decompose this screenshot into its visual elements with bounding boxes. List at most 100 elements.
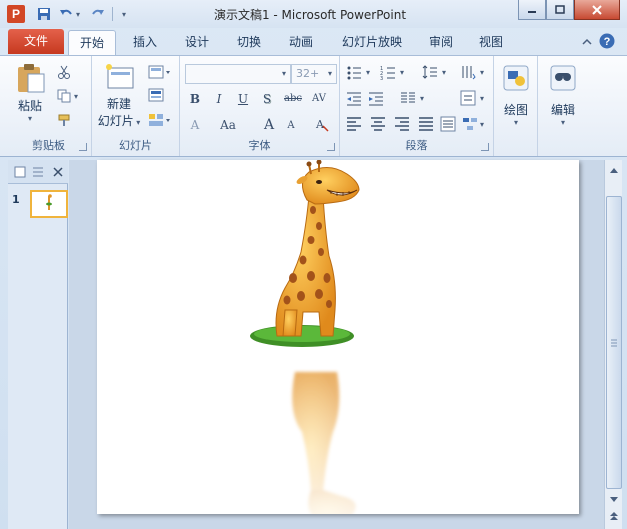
save-icon[interactable]: [36, 6, 52, 22]
slides-tab-icon[interactable]: [12, 164, 28, 180]
tab-slideshow[interactable]: 幻灯片放映: [332, 30, 412, 55]
change-case-button[interactable]: A: [186, 116, 204, 134]
minimize-button[interactable]: [518, 0, 546, 20]
undo-icon[interactable]: [58, 6, 74, 22]
outline-tab-icon[interactable]: [30, 164, 46, 180]
drawing-dropdown-icon: ▾: [513, 118, 518, 127]
redo-icon[interactable]: [90, 6, 106, 22]
slides-group: 新建 幻灯片 ▾ 幻灯片: [92, 56, 180, 156]
font-group: ▾ 32+ ▾ B I U S abc AV A Aa A A A 字体: [180, 56, 340, 156]
undo-dropdown-icon[interactable]: ▾: [74, 6, 82, 22]
new-slide-button[interactable]: 新建 幻灯片 ▾: [96, 62, 142, 134]
customize-qat-icon[interactable]: ▾: [116, 6, 132, 22]
qat-separator: [112, 7, 113, 21]
tab-review[interactable]: 审阅: [418, 30, 464, 55]
columns-dropdown-icon[interactable]: ▾: [418, 90, 426, 106]
powerpoint-window: P ▾ ▾ 演示文稿1 - Microsoft PowerPoint 文件 开始…: [0, 0, 627, 529]
align-left-icon[interactable]: [346, 116, 362, 132]
strikethrough-button[interactable]: abc: [282, 90, 304, 108]
text-direction-dropdown-icon[interactable]: ▾: [478, 64, 486, 80]
line-spacing-icon[interactable]: [422, 64, 438, 80]
new-slide-label-2: 幻灯片: [97, 114, 134, 128]
shadow-button[interactable]: S: [258, 90, 276, 108]
ribbon-tabs: 文件 开始 插入 设计 切换 动画 幻灯片放映 审阅 视图 ?: [0, 28, 627, 56]
powerpoint-icon[interactable]: P: [7, 5, 25, 23]
copy-dropdown-icon[interactable]: ▾: [72, 88, 80, 104]
close-button[interactable]: [574, 0, 620, 20]
slide-thumbnail[interactable]: [30, 190, 68, 218]
title-bar: P ▾ ▾ 演示文稿1 - Microsoft PowerPoint: [0, 0, 627, 28]
giraffe-image[interactable]: [97, 159, 579, 525]
drawing-button[interactable]: 绘图 ▾: [498, 62, 534, 134]
distributed-icon[interactable]: [440, 116, 456, 132]
vertical-scrollbar[interactable]: [604, 160, 622, 529]
line-spacing-dropdown-icon[interactable]: ▾: [440, 64, 448, 80]
slides-pane: 1: [8, 160, 68, 529]
format-painter-icon[interactable]: [56, 112, 72, 128]
character-spacing-button[interactable]: AV: [308, 90, 330, 108]
svg-text:3: 3: [380, 76, 383, 80]
drawing-label: 绘图: [503, 103, 528, 117]
paragraph-group: ▾ 123 ▾ ▾ ▾ ▾ ▾ ▾ 段落: [340, 56, 494, 156]
find-icon: [550, 65, 576, 91]
layout-icon[interactable]: [148, 64, 172, 80]
align-right-icon[interactable]: [394, 116, 410, 132]
section-icon[interactable]: [148, 112, 172, 128]
clipboard-launcher-icon[interactable]: [79, 143, 87, 151]
tab-design[interactable]: 设计: [174, 30, 220, 55]
scroll-thumb[interactable]: [606, 196, 622, 489]
slide-editor: [69, 159, 604, 529]
decrease-indent-icon[interactable]: [346, 90, 362, 106]
align-center-icon[interactable]: [370, 116, 386, 132]
clear-formatting-icon[interactable]: A: [314, 116, 330, 132]
cut-icon[interactable]: [56, 64, 72, 80]
align-text-icon[interactable]: [460, 90, 476, 106]
collapse-ribbon-icon[interactable]: [580, 35, 594, 49]
help-icon[interactable]: ?: [599, 33, 615, 49]
tab-transitions[interactable]: 切换: [226, 30, 272, 55]
font-color-button[interactable]: Aa: [216, 116, 240, 134]
increase-indent-icon[interactable]: [368, 90, 384, 106]
smartart-icon[interactable]: [462, 116, 478, 132]
numbering-dropdown-icon[interactable]: ▾: [398, 64, 406, 80]
increase-font-button[interactable]: A: [260, 116, 278, 134]
smartart-dropdown-icon[interactable]: ▾: [478, 116, 486, 132]
bullets-icon[interactable]: [346, 64, 362, 80]
scroll-up-icon[interactable]: [606, 162, 622, 178]
tab-file[interactable]: 文件: [8, 29, 64, 54]
text-direction-icon[interactable]: [460, 64, 476, 80]
decrease-font-button[interactable]: A: [282, 117, 300, 135]
reset-icon[interactable]: [148, 88, 164, 104]
paste-button[interactable]: 粘贴 ▾: [12, 62, 48, 132]
tab-home[interactable]: 开始: [68, 30, 116, 56]
font-launcher-icon[interactable]: [327, 143, 335, 151]
tab-insert[interactable]: 插入: [122, 30, 168, 55]
clipboard-group: 粘贴 ▾ ▾ 剪贴板: [6, 56, 92, 156]
bold-button[interactable]: B: [186, 90, 204, 108]
underline-button[interactable]: U: [234, 90, 252, 108]
scroll-down-icon[interactable]: [606, 492, 622, 508]
font-label: 字体: [248, 139, 271, 152]
align-text-dropdown-icon[interactable]: ▾: [478, 90, 486, 106]
font-name-combo[interactable]: ▾: [185, 64, 291, 84]
font-size-combo[interactable]: 32+ ▾: [291, 64, 337, 84]
close-pane-icon[interactable]: [50, 164, 66, 180]
copy-icon[interactable]: [56, 88, 72, 104]
maximize-button[interactable]: [546, 0, 574, 20]
italic-button[interactable]: I: [210, 90, 228, 108]
font-size-value: 32+: [296, 67, 320, 80]
paste-icon: [18, 64, 45, 93]
justify-icon[interactable]: [418, 116, 434, 132]
tab-view[interactable]: 视图: [468, 30, 514, 55]
editing-button[interactable]: 编辑 ▾: [545, 62, 581, 134]
columns-icon[interactable]: [400, 90, 416, 106]
slide-number: 1: [12, 193, 20, 206]
paragraph-launcher-icon[interactable]: [481, 143, 489, 151]
slide-canvas[interactable]: [97, 159, 579, 525]
tab-animations[interactable]: 动画: [278, 30, 324, 55]
previous-slide-icon[interactable]: [606, 508, 622, 524]
svg-text:?: ?: [604, 36, 611, 48]
numbering-icon[interactable]: 123: [380, 64, 396, 80]
bullets-dropdown-icon[interactable]: ▾: [364, 64, 372, 80]
editing-group: 编辑 ▾: [538, 56, 588, 156]
